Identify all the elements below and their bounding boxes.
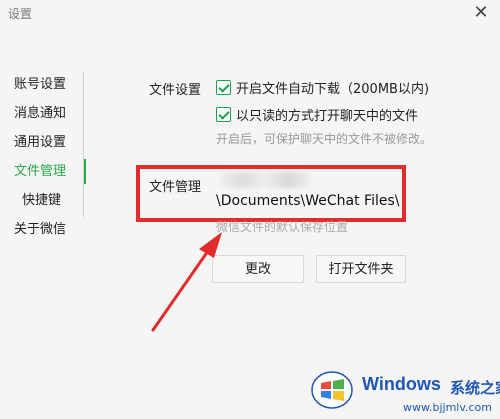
file-settings-hint: 开启后，可保护聊天中的文件不被修改。 xyxy=(216,132,433,146)
sidebar-item-account[interactable]: 账号设置 xyxy=(0,70,86,99)
sidebar: 账号设置 消息通知 通用设置 文件管理 快捷键 关于微信 xyxy=(0,70,86,244)
sidebar-item-general[interactable]: 通用设置 xyxy=(0,128,86,157)
watermark: Windows 系统之家 www.bjjmlv.com xyxy=(308,369,500,419)
highlight-box xyxy=(136,165,406,222)
auto-download-row[interactable]: 开启文件自动下载（200MB以内) xyxy=(216,77,429,97)
sidebar-divider xyxy=(83,72,84,217)
auto-download-label: 开启文件自动下载（200MB以内) xyxy=(236,81,430,97)
window-title: 设置 xyxy=(8,7,33,21)
auto-download-checkbox[interactable] xyxy=(216,79,231,95)
close-icon[interactable]: ✕ xyxy=(472,4,490,22)
sidebar-item-notifications[interactable]: 消息通知 xyxy=(0,99,86,128)
sidebar-item-about[interactable]: 关于微信 xyxy=(0,215,86,244)
read-only-checkbox[interactable] xyxy=(216,106,231,122)
sidebar-item-file-management[interactable]: 文件管理 xyxy=(0,157,86,186)
watermark-brand: Windows xyxy=(362,374,441,394)
open-folder-button[interactable]: 打开文件夹 xyxy=(316,255,406,283)
read-only-row[interactable]: 以只读的方式打开聊天中的文件 xyxy=(216,104,418,124)
file-settings-label: 文件设置 xyxy=(149,83,202,98)
sidebar-item-shortcuts[interactable]: 快捷键 xyxy=(0,186,86,215)
windows-logo-icon xyxy=(311,371,353,409)
default-location-hint: 微信文件的默认保存位置 xyxy=(216,220,349,234)
watermark-site-name: 系统之家 xyxy=(450,379,500,397)
read-only-label: 以只读的方式打开聊天中的文件 xyxy=(236,108,419,124)
watermark-url: www.bjjmlv.com xyxy=(403,401,492,414)
change-button[interactable]: 更改 xyxy=(212,255,304,283)
